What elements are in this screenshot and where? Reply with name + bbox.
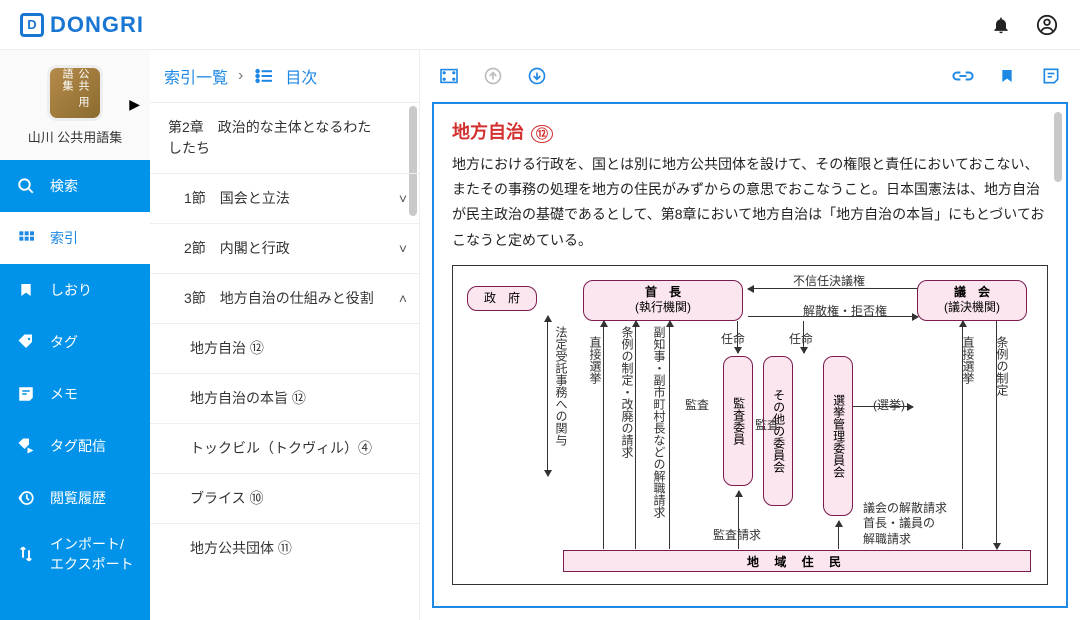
nav-import-export[interactable]: インポート/ エクスポート (0, 524, 150, 584)
index-item[interactable]: 3節 地方自治の仕組みと役割˄ (150, 273, 419, 323)
arrow (962, 321, 963, 549)
label-delegated: 法定受託事務への関与 (553, 326, 570, 446)
label-audit: 監査 (755, 416, 779, 433)
entry-body: 地方における行政を、国とは別に地方公共団体を設けて、その権限と責任においておこな… (452, 152, 1048, 253)
article-body[interactable]: 地方自治 ⑫ 地方における行政を、国とは別に地方公共団体を設けて、その権限と責任… (432, 102, 1068, 608)
arrow (748, 316, 918, 317)
label-audit-req: 監査請求 (713, 526, 761, 543)
toc-icon (253, 67, 275, 85)
label-ord-amend: 条例の制定・改廃の請求 (619, 326, 636, 458)
nav-history[interactable]: 閲覧履歴 (0, 472, 150, 524)
label-noconfidence: 不信任決議権 (793, 272, 865, 289)
history-icon (16, 488, 36, 508)
bookmark-icon (16, 280, 36, 300)
label-appoint: 任命 (721, 330, 745, 347)
nav-tag-dist[interactable]: タグ配信 (0, 420, 150, 472)
index-breadcrumb: 索引一覧 › 目次 (150, 50, 419, 102)
arrow (635, 321, 636, 549)
index-item[interactable]: 第2章 政治的な主体となるわたしたち (150, 102, 419, 173)
nav-tag[interactable]: タグ (0, 316, 150, 368)
chevron-right-icon: › (238, 67, 243, 85)
entry-title: 地方自治 ⑫ (452, 118, 1048, 144)
search-icon (16, 176, 36, 196)
box-audit: 監査委員 (723, 356, 753, 486)
dictionary-name: 山川 公共用語集 (28, 127, 123, 146)
index-item[interactable]: 地方自治 ⑫ (150, 323, 419, 373)
chevron-down-icon[interactable]: ˅ (399, 188, 407, 209)
up-arrow-icon (480, 63, 506, 89)
label-audit: 監査 (685, 396, 709, 413)
note-icon (16, 384, 36, 404)
article-toolbar (420, 50, 1080, 102)
brand-text: DONGRI (50, 12, 144, 38)
content-pane: 地方自治 ⑫ 地方における行政を、国とは別に地方公共団体を設けて、その権限と責任… (420, 50, 1080, 620)
memo-icon[interactable] (1038, 63, 1064, 89)
down-arrow-icon[interactable] (524, 63, 550, 89)
chevron-up-icon[interactable]: ˄ (399, 288, 407, 309)
label-council-recall: 議会の解散請求 首長・議員の 解職請求 (863, 501, 947, 548)
dictionary-cover: 公共 用語集 (47, 65, 103, 121)
diagram-local-governance: 政 府 首 長(執行機関) 議 会(議決機関) 不信任決議権 解散権・拒否権 監… (452, 265, 1048, 585)
link-icon[interactable] (950, 63, 976, 89)
nav-memo[interactable]: メモ (0, 368, 150, 420)
index-item[interactable]: 地方公共団体 ⑪ (150, 523, 419, 573)
label-appoint: 任命 (789, 330, 813, 347)
expand-icon[interactable] (436, 63, 462, 89)
app-header: D DONGRI (0, 0, 1080, 50)
nav-bookmark[interactable]: しおり (0, 264, 150, 316)
index-item[interactable]: 1節 国会と立法˅ (150, 173, 419, 223)
index-item[interactable]: トックビル（トクヴィル）④ (150, 423, 419, 473)
arrow (669, 321, 670, 549)
index-item[interactable]: 2節 内閣と行政˅ (150, 223, 419, 273)
arrow (748, 288, 918, 289)
box-elect: 選挙管理委員会 (823, 356, 853, 516)
bookmark-icon[interactable] (994, 63, 1020, 89)
arrow (853, 406, 913, 407)
scrollbar-thumb[interactable] (1054, 112, 1062, 182)
box-chief: 首 長(執行機関) (583, 280, 743, 321)
logo-icon: D (20, 13, 44, 37)
tag-send-icon (16, 436, 36, 456)
arrow (603, 321, 604, 549)
box-government: 政 府 (467, 286, 537, 312)
index-list[interactable]: 第2章 政治的な主体となるわたしたち 1節 国会と立法˅ 2節 内閣と行政˅ 3… (150, 102, 419, 620)
grid-icon (16, 228, 36, 248)
import-export-icon (16, 544, 36, 564)
crumb-toc[interactable]: 目次 (285, 64, 317, 88)
label-election: (選挙) (873, 396, 905, 413)
crumb-index-list[interactable]: 索引一覧 (164, 64, 228, 88)
arrow (996, 321, 997, 549)
index-panel: 索引一覧 › 目次 第2章 政治的な主体となるわたしたち 1節 国会と立法˅ 2… (150, 50, 420, 620)
sidebar: 公共 用語集 ▶ 山川 公共用語集 検索 索引 しおり タグ メモ タグ配信 (0, 50, 150, 620)
tag-icon (16, 332, 36, 352)
chevron-right-icon: ▶ (129, 96, 140, 113)
bell-icon[interactable] (988, 12, 1014, 38)
label-vice-recall: 副知事・副市町村長などの解職請求 (651, 326, 668, 518)
label-direct-elect: 直接選挙 (587, 336, 604, 384)
chevron-down-icon[interactable]: ˅ (399, 238, 407, 259)
box-council: 議 会(議決機関) (917, 280, 1027, 321)
arrow (838, 521, 839, 549)
dictionary-tile[interactable]: 公共 用語集 ▶ 山川 公共用語集 (0, 50, 150, 160)
arrow (547, 316, 548, 476)
index-item[interactable]: 地方自治の本旨 ⑫ (150, 373, 419, 423)
account-icon[interactable] (1034, 12, 1060, 38)
nav-index[interactable]: 索引 (0, 212, 150, 264)
index-item[interactable]: ブライス ⑩ (150, 473, 419, 523)
box-residents: 地 域 住 民 (563, 550, 1031, 572)
nav-search[interactable]: 検索 (0, 160, 150, 212)
